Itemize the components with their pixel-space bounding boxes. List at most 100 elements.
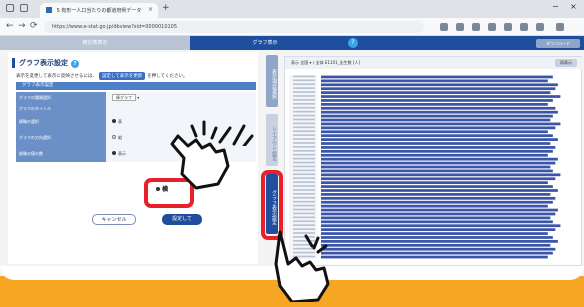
tab-overview-icon[interactable] <box>20 4 28 12</box>
chart-bar <box>321 102 548 106</box>
split-view-icon[interactable] <box>488 23 496 31</box>
category-label-mark <box>293 130 315 133</box>
forward-arrow-icon[interactable]: → <box>18 21 26 31</box>
chart-bar <box>321 255 548 259</box>
category-label-mark <box>293 193 315 195</box>
radio-vertical[interactable] <box>112 135 116 139</box>
help-icon[interactable]: ? <box>348 38 358 48</box>
chart-bar <box>321 79 548 83</box>
category-label-mark <box>293 126 315 129</box>
chart-bar <box>321 196 556 200</box>
pointing-hand-icon <box>274 230 330 302</box>
row-label: グラフの方向選択 <box>16 130 106 146</box>
new-tab-button[interactable]: + <box>162 3 170 13</box>
chart-bar <box>321 83 558 87</box>
reload-icon[interactable]: ⟳ <box>30 21 38 31</box>
chart-bar <box>321 224 561 228</box>
category-label-mark <box>293 110 315 113</box>
category-label-mark <box>293 149 315 152</box>
cancel-button[interactable]: キャンセル <box>92 214 136 225</box>
page-header: 統計表表示 グラフ表示 ? ダウンロード <box>0 36 584 50</box>
category-label-mark <box>293 114 315 117</box>
chart-bar <box>321 87 556 91</box>
back-arrow-icon[interactable]: ← <box>6 21 14 31</box>
settings-section-header: グラフ表示設定 <box>16 82 256 90</box>
minimize-button[interactable]: − <box>552 2 559 11</box>
category-label-mark <box>293 87 315 89</box>
download-button[interactable]: ダウンロード <box>536 39 580 48</box>
chart-bar <box>321 157 558 161</box>
chart-bar <box>321 75 553 79</box>
redisplay-button[interactable]: 再表示 <box>555 59 577 67</box>
tab-close-icon[interactable]: × <box>148 6 153 13</box>
chart-bar <box>321 122 561 126</box>
profile-icon[interactable] <box>536 23 544 31</box>
category-label-mark <box>293 99 315 101</box>
row-chart-type: グラフの種類選択 棒グラフ ▾ <box>16 92 256 103</box>
apply-settings-button[interactable]: 設定して <box>162 214 202 225</box>
category-label-mark <box>293 146 315 148</box>
favorite-star-icon[interactable] <box>456 23 464 31</box>
category-label-mark <box>293 200 315 203</box>
chart-bar <box>321 240 558 243</box>
category-label-mark <box>293 118 315 121</box>
chart-bar <box>321 228 556 232</box>
category-label-mark <box>293 83 315 86</box>
chart-toolbar: 表示 全国 ▾ ⟨ 全体 E1101_出生数 [人] 再表示 <box>285 57 583 69</box>
category-label-mark <box>293 79 315 82</box>
chart-bar <box>321 118 551 122</box>
category-label-mark <box>293 181 315 183</box>
collections-icon[interactable] <box>520 23 528 31</box>
side-tab-layout[interactable]: レイアウト設定 <box>266 114 278 166</box>
chart-title-input[interactable] <box>106 103 256 114</box>
chart-bar <box>321 232 548 235</box>
category-label-mark <box>293 169 315 172</box>
chart-bar <box>321 181 548 185</box>
close-window-button[interactable]: × <box>570 2 577 11</box>
favorites-icon[interactable] <box>504 23 512 31</box>
chart-bar <box>321 212 556 216</box>
category-label-mark <box>293 212 315 215</box>
note-after: を押してください。 <box>147 74 188 79</box>
chart-bar <box>321 216 551 220</box>
category-label-mark <box>293 196 315 199</box>
browser-tab[interactable]: 5 有形一人口当たりの都道府県データ × <box>40 3 158 18</box>
category-label-mark <box>293 142 315 144</box>
chart-type-value[interactable]: 棒グラフ <box>112 94 136 101</box>
chart-bar <box>321 220 553 224</box>
settings-help-icon[interactable]: ? <box>71 60 79 68</box>
url-field[interactable]: https://www.e-stat.go.jp/dbview?sid=0000… <box>44 21 424 33</box>
category-label-mark <box>293 161 315 164</box>
radio-horizontal[interactable] <box>156 187 160 191</box>
settings-menu-icon[interactable] <box>556 23 564 31</box>
extension-icon[interactable] <box>472 23 480 31</box>
horizontal-option[interactable]: 横 <box>156 184 168 193</box>
tab-graph-view[interactable]: グラフ表示 <box>190 36 340 50</box>
row-label: 横軸の選択 <box>16 114 106 130</box>
zoom-icon[interactable] <box>440 23 448 31</box>
chart-bar <box>321 126 556 130</box>
category-label-mark <box>293 91 315 93</box>
radio-button[interactable] <box>112 119 116 123</box>
side-tab-item-select[interactable]: 表示項目選択 <box>266 55 278 107</box>
category-label-mark <box>293 95 315 97</box>
orientation-vertical-label: 縦 <box>118 135 122 140</box>
category-label-mark <box>293 106 315 109</box>
chart-bar <box>321 185 553 188</box>
chart-bar <box>321 247 556 251</box>
window-menu-icon[interactable] <box>6 4 14 12</box>
chart-toolbar-text: 表示 全国 ▾ ⟨ 全体 E1101_出生数 [人] <box>291 60 361 65</box>
category-label-mark <box>293 122 315 125</box>
chart-bar <box>321 243 551 247</box>
tab-table-view[interactable]: 統計表表示 <box>0 36 190 50</box>
note-chip: 設定して表示を更新 <box>98 72 146 80</box>
category-label-mark <box>293 165 315 168</box>
row-label: 縦軸の値の数 <box>16 146 106 162</box>
chart-bar <box>321 110 558 114</box>
category-label-mark <box>293 102 315 105</box>
chart-type-select[interactable]: 棒グラフ ▾ <box>106 92 256 103</box>
category-label-mark <box>293 177 315 180</box>
radio-button[interactable] <box>112 151 116 155</box>
chart-bar <box>321 169 553 173</box>
chart-bar <box>321 204 548 208</box>
